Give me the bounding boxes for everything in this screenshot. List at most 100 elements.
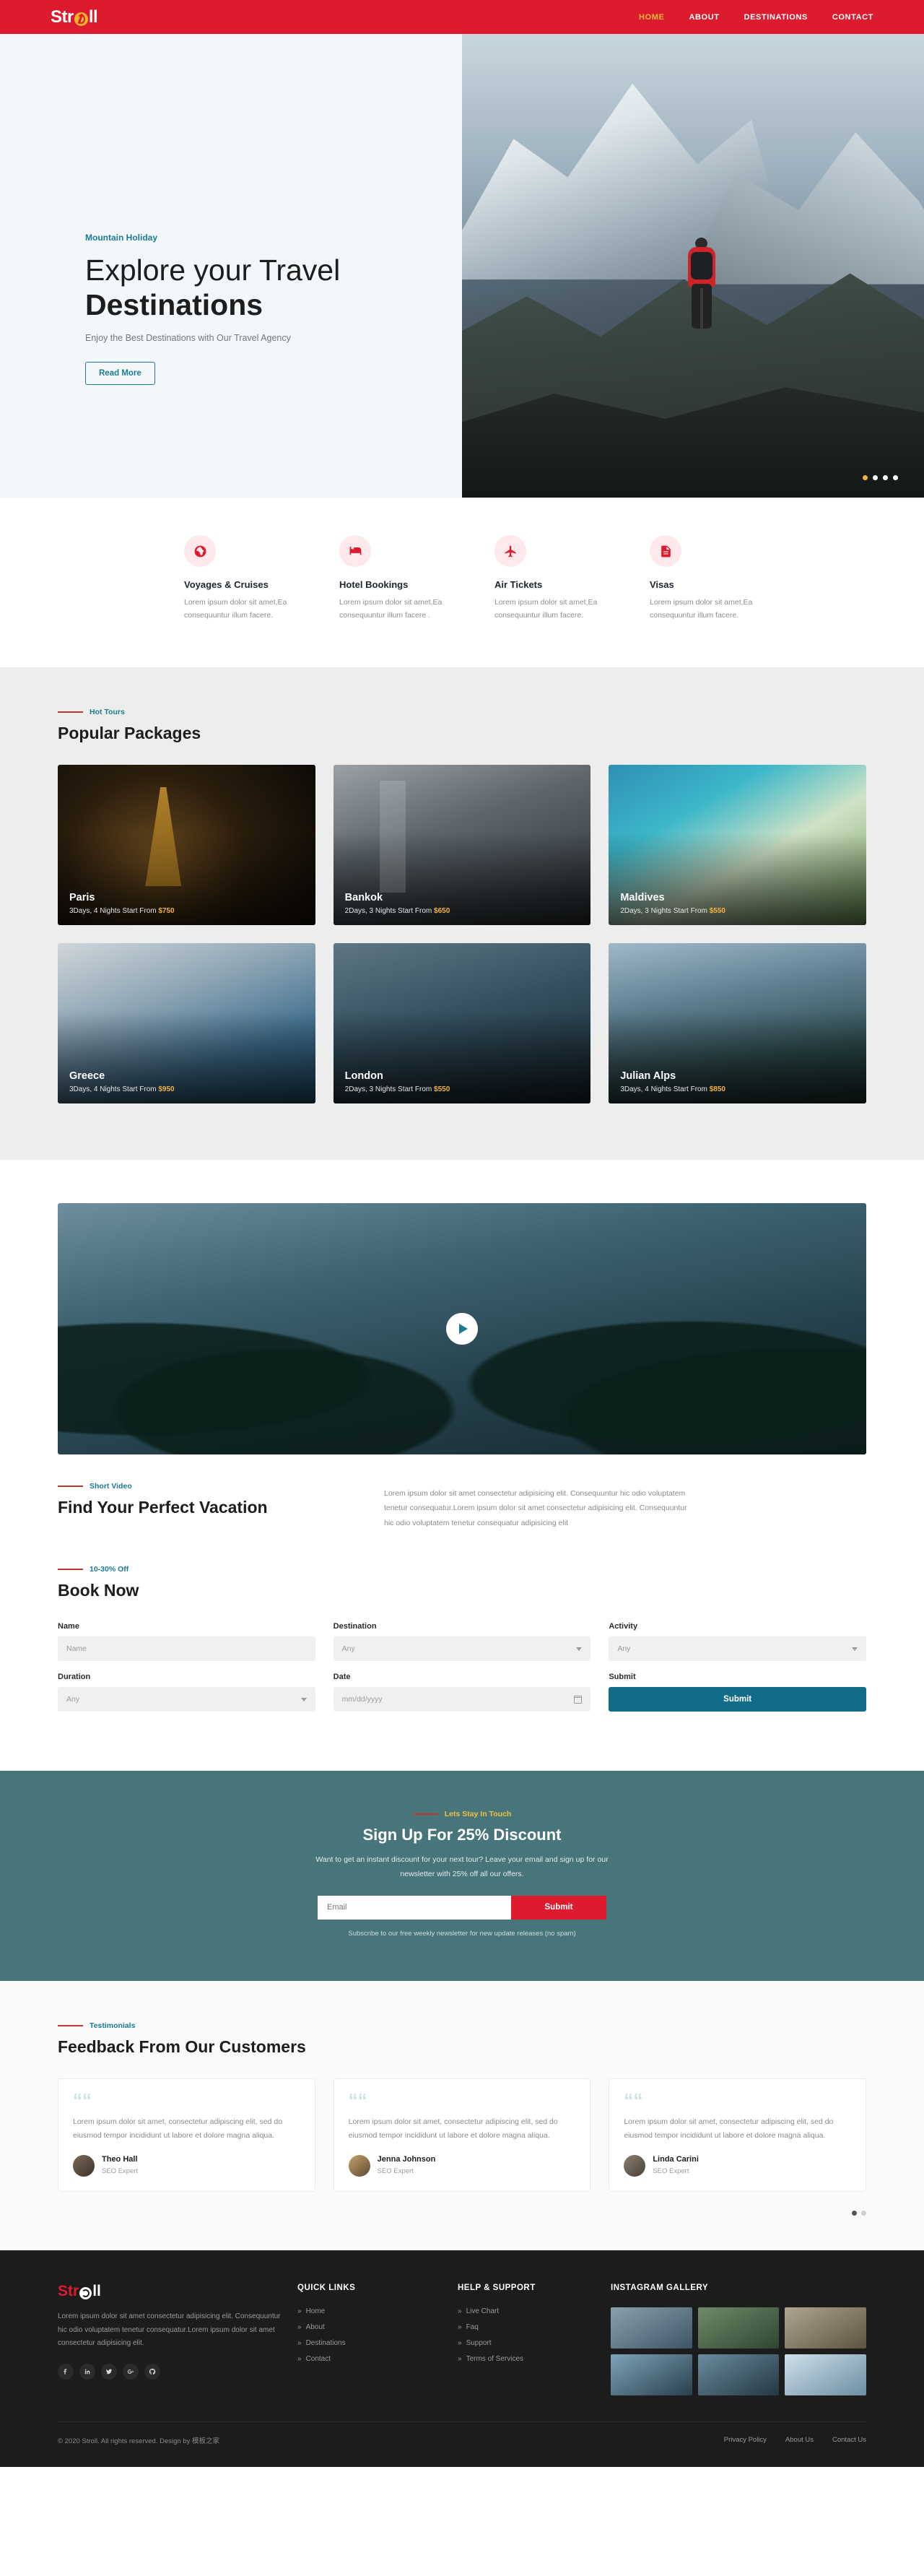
read-more-button[interactable]: Read More: [85, 361, 155, 385]
hero-title-line2: Destinations: [85, 288, 263, 322]
nav-item-about[interactable]: ABOUT: [689, 13, 719, 22]
eyebrow-line: [58, 711, 83, 713]
twitter-icon[interactable]: [101, 2363, 117, 2380]
footer-link-home[interactable]: Home: [297, 2307, 442, 2315]
date-placeholder: mm/dd/yyyy: [341, 1695, 383, 1704]
logo-text-post: ll: [88, 6, 98, 27]
bottom-link-contact[interactable]: Contact Us: [832, 2436, 866, 2444]
newsletter-submit-button[interactable]: Submit: [511, 1895, 606, 1920]
service-title: Visas: [650, 579, 674, 590]
logo[interactable]: Str ll: [51, 6, 98, 27]
bottom-link-about[interactable]: About Us: [785, 2436, 814, 2444]
author-role: SEO Expert: [653, 2167, 689, 2176]
video-player[interactable]: [58, 1202, 866, 1454]
chevron-down-icon: [851, 1647, 858, 1651]
facebook-icon[interactable]: [58, 2363, 74, 2380]
activity-select[interactable]: Any: [609, 1636, 866, 1662]
hero-content: Mountain Holiday Explore your Travel Des…: [0, 34, 462, 498]
service-card-voyages[interactable]: Voyages & Cruises Lorem ipsum dolor sit …: [184, 535, 339, 623]
service-card-air-tickets[interactable]: Air Tickets Lorem ipsum dolor sit amet,E…: [494, 535, 650, 623]
footer-about-column: Str ll Lorem ipsum dolor sit amet consect…: [58, 2283, 282, 2395]
service-text: Lorem ipsum dolor sit amet,Ea consequunt…: [650, 598, 753, 620]
footer-quick-links-column: Quick Links Home About Destinations Cont…: [297, 2283, 442, 2395]
destination-select[interactable]: Any: [333, 1636, 591, 1662]
package-price: $550: [434, 1085, 450, 1093]
footer-link-destinations[interactable]: Destinations: [297, 2339, 442, 2347]
package-details: 3Days, 4 Nights Start From $950: [69, 1085, 307, 1093]
package-price: $750: [158, 906, 175, 915]
service-text: Lorem ipsum dolor sit amet,Ea consequunt…: [339, 598, 443, 620]
instagram-gallery-title: Instagram Gallery: [611, 2284, 708, 2293]
package-details: 3Days, 4 Nights Start From $750: [69, 907, 307, 915]
destination-value: Any: [341, 1644, 355, 1654]
github-icon[interactable]: [144, 2363, 160, 2380]
hiker-backpack: [690, 252, 712, 280]
nav-item-contact[interactable]: CONTACT: [832, 13, 873, 22]
footer-link-about[interactable]: About: [297, 2323, 442, 2331]
instagram-thumb[interactable]: [697, 2354, 780, 2395]
instagram-thumb[interactable]: [697, 2307, 780, 2349]
package-card-bankok[interactable]: Bankok 2Days, 3 Nights Start From $650: [333, 764, 591, 925]
eyebrow-text: Hot Tours: [90, 707, 125, 716]
package-duration: 2Days, 3 Nights Start From: [344, 1085, 432, 1093]
hero-slider-dots: [863, 475, 898, 480]
slider-dot-2[interactable]: [873, 475, 878, 480]
footer-link-live-chart[interactable]: Live Chart: [458, 2307, 595, 2315]
footer-link-support[interactable]: Support: [458, 2339, 595, 2347]
name-placeholder: Name: [66, 1644, 87, 1654]
testimonial-dot-1[interactable]: [852, 2211, 857, 2216]
play-icon[interactable]: [446, 1312, 478, 1345]
card-caption: Maldives 2Days, 3 Nights Start From $550: [620, 892, 858, 915]
service-card-visas[interactable]: Visas Lorem ipsum dolor sit amet,Ea cons…: [650, 535, 805, 623]
logo-text-pre: Str: [58, 2283, 79, 2300]
nav-item-home[interactable]: HOME: [639, 13, 664, 22]
package-duration: 2Days, 3 Nights Start From: [344, 906, 432, 915]
bottom-link-privacy[interactable]: Privacy Policy: [724, 2436, 767, 2444]
footer-link-contact[interactable]: Contact: [297, 2355, 442, 2363]
testimonials-section: Testimonials Feedback From Our Customers…: [0, 1980, 924, 2251]
instagram-thumb[interactable]: [785, 2307, 866, 2349]
field-destination: Destination Any: [333, 1622, 591, 1662]
package-card-paris[interactable]: Paris 3Days, 4 Nights Start From $750: [58, 764, 315, 925]
author-role: SEO Expert: [102, 2167, 139, 2176]
slider-dot-4[interactable]: [893, 475, 898, 480]
linkedin-icon[interactable]: [79, 2363, 95, 2380]
package-card-julian-alps[interactable]: Julian Alps 3Days, 4 Nights Start From $…: [609, 942, 866, 1103]
package-details: 2Days, 3 Nights Start From $550: [620, 907, 858, 915]
service-card-hotels[interactable]: Hotel Bookings Lorem ipsum dolor sit ame…: [339, 535, 494, 623]
slider-dot-3[interactable]: [883, 475, 888, 480]
booking-submit-button[interactable]: Submit: [609, 1687, 866, 1712]
footer-link-faq[interactable]: Faq: [458, 2323, 595, 2331]
package-card-london[interactable]: London 2Days, 3 Nights Start From $550: [333, 942, 591, 1103]
calendar-icon[interactable]: [574, 1695, 583, 1704]
date-input[interactable]: mm/dd/yyyy: [333, 1687, 591, 1712]
newsletter-email-input[interactable]: [318, 1895, 511, 1920]
footer-logo[interactable]: Str ll: [58, 2283, 282, 2300]
google-plus-icon[interactable]: [123, 2363, 139, 2380]
package-duration: 3Days, 4 Nights Start From: [620, 1085, 707, 1093]
package-card-greece[interactable]: Greece 3Days, 4 Nights Start From $950: [58, 942, 315, 1103]
testimonial-dot-2[interactable]: [861, 2211, 866, 2216]
duration-select[interactable]: Any: [58, 1687, 315, 1712]
name-input[interactable]: Name: [58, 1636, 315, 1662]
footer-link-terms[interactable]: Terms of Services: [458, 2355, 595, 2363]
chevron-down-icon: [300, 1697, 307, 1701]
globe-icon: [79, 2286, 92, 2299]
testimonial-author: Theo Hall SEO Expert: [73, 2155, 300, 2177]
package-duration: 3Days, 4 Nights Start From: [69, 906, 157, 915]
nav-item-destinations[interactable]: DESTINATIONS: [744, 13, 808, 22]
book-eyebrow: 10-30% Off: [58, 1565, 866, 1574]
booking-section: 10-30% Off Book Now Name Name Destinatio…: [0, 1530, 924, 1771]
card-caption: London 2Days, 3 Nights Start From $550: [345, 1070, 583, 1093]
package-card-maldives[interactable]: Maldives 2Days, 3 Nights Start From $550: [609, 764, 866, 925]
booking-form-row-2: Duration Any Date mm/dd/yyyy Submit Subm…: [58, 1673, 866, 1712]
logo-text-post: ll: [92, 2283, 101, 2300]
instagram-thumb[interactable]: [785, 2354, 866, 2395]
instagram-thumb[interactable]: [611, 2354, 692, 2395]
packages-eyebrow: Hot Tours: [58, 708, 866, 716]
instagram-thumb[interactable]: [611, 2307, 692, 2349]
hero-subtitle: Enjoy the Best Destinations with Our Tra…: [85, 332, 291, 343]
slider-dot-1[interactable]: [863, 475, 868, 480]
field-submit: Submit Submit: [609, 1673, 866, 1712]
packages-title: Popular Packages: [58, 723, 201, 742]
